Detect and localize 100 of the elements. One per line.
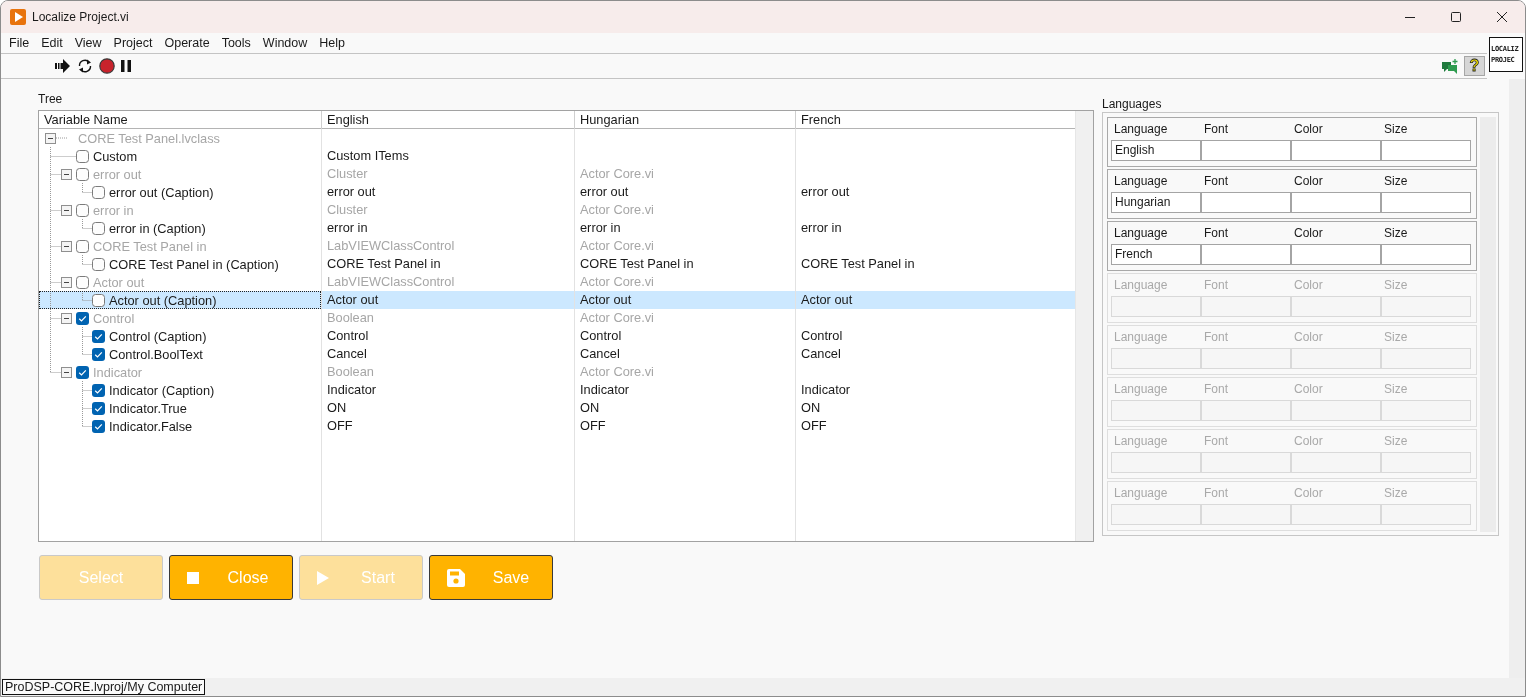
- field-label: Size: [1383, 434, 1409, 448]
- field-label: Language: [1113, 122, 1169, 136]
- field-label: Size: [1383, 278, 1409, 292]
- variable-name: Actor out: [93, 274, 145, 290]
- field-label: Language: [1113, 278, 1169, 292]
- tree-cell: Actor Core.vi: [574, 237, 795, 255]
- tree-cell: Indicator: [574, 381, 795, 399]
- variable-name: error in (Caption): [109, 220, 206, 236]
- menu-item[interactable]: View: [68, 34, 108, 52]
- tree-cell: Actor Core.vi: [574, 309, 795, 327]
- field-label: Font: [1203, 434, 1229, 448]
- pause-icon[interactable]: [121, 60, 131, 72]
- menu-item[interactable]: Help: [313, 34, 352, 52]
- field-label: Language: [1113, 486, 1169, 500]
- column-header: Variable Name: [43, 111, 129, 129]
- tree-cell: error in: [574, 219, 795, 237]
- window-title: Localize Project.vi: [32, 10, 130, 24]
- size-field[interactable]: [1381, 244, 1471, 265]
- size-field[interactable]: [1381, 140, 1471, 161]
- tree-cell: Cluster: [321, 201, 574, 219]
- tree-cell: CORE Test Panel in: [321, 255, 574, 273]
- field-label: Font: [1203, 174, 1229, 188]
- menu-item[interactable]: Tools: [215, 34, 257, 52]
- variable-name: CORE Test Panel in (Caption): [109, 256, 279, 272]
- variable-name: error in: [93, 202, 134, 218]
- field-label: Size: [1383, 382, 1409, 396]
- field-label: Color: [1293, 330, 1324, 344]
- field-label: Size: [1383, 226, 1409, 240]
- menu-item[interactable]: Window: [256, 34, 314, 52]
- tree-cell: ON: [574, 399, 795, 417]
- variable-name: Custom: [93, 148, 138, 164]
- variable-name: Indicator: [93, 364, 143, 380]
- run-arrow-icon[interactable]: [55, 59, 71, 73]
- variable-name: Indicator (Caption): [109, 382, 215, 398]
- field-label: Size: [1383, 486, 1409, 500]
- tree-cell: Actor Core.vi: [574, 363, 795, 381]
- variable-name: CORE Test Panel in: [93, 238, 207, 254]
- tree-cell: OFF: [574, 417, 795, 435]
- field-label: Size: [1383, 174, 1409, 188]
- field-label: Color: [1293, 486, 1324, 500]
- field-label: Language: [1113, 330, 1169, 344]
- language-field[interactable]: English: [1111, 140, 1201, 161]
- size-field[interactable]: [1381, 192, 1471, 213]
- field-label: Font: [1203, 122, 1229, 136]
- minimize-icon[interactable]: [1405, 16, 1415, 18]
- tree-cell: Boolean: [321, 363, 574, 381]
- field-label: Color: [1293, 434, 1324, 448]
- font-field[interactable]: [1201, 244, 1291, 265]
- dotted-connector-icon: [56, 137, 67, 139]
- close-icon[interactable]: [1497, 12, 1507, 22]
- color-field[interactable]: [1291, 244, 1381, 265]
- field-label: Color: [1293, 382, 1324, 396]
- stop-circle-icon[interactable]: [99, 58, 115, 74]
- circular-arrows-icon[interactable]: [77, 58, 93, 74]
- variable-name: Indicator.False: [109, 418, 193, 434]
- tree-cell: Indicator: [321, 381, 574, 399]
- variable-name: Control (Caption): [109, 328, 207, 344]
- tree-cell: ON: [321, 399, 574, 417]
- tree-cell: CORE Test Panel in: [574, 255, 795, 273]
- tree-cell: Cluster: [321, 165, 574, 183]
- color-field[interactable]: [1291, 192, 1381, 213]
- menu-item[interactable]: File: [3, 34, 36, 52]
- section-label: Tree: [38, 91, 64, 107]
- tree-cell: Control: [574, 327, 795, 345]
- language-field[interactable]: Hungarian: [1111, 192, 1201, 213]
- tree-cell: LabVIEWClassControl: [321, 237, 574, 255]
- field-label: Language: [1113, 174, 1169, 188]
- tree-cell: Actor Core.vi: [574, 201, 795, 219]
- field-label: Language: [1113, 226, 1169, 240]
- tree-cell: OFF: [321, 417, 574, 435]
- variable-name: Control.BoolText: [109, 346, 203, 362]
- section-label: Languages: [1102, 96, 1163, 112]
- tree-cell: Actor out: [574, 291, 795, 309]
- field-label: Color: [1293, 174, 1324, 188]
- font-field[interactable]: [1201, 140, 1291, 161]
- menu-item[interactable]: Edit: [35, 34, 69, 52]
- maximize-icon[interactable]: [1451, 12, 1461, 22]
- field-label: Font: [1203, 330, 1229, 344]
- field-label: Size: [1383, 330, 1409, 344]
- play-tile-icon: [10, 9, 26, 25]
- tree-cell: error in: [321, 219, 574, 237]
- column-header: Hungarian: [574, 111, 795, 129]
- tree-cell: Custom ITems: [321, 147, 574, 165]
- font-field[interactable]: [1201, 192, 1291, 213]
- chat-bubbles-icon[interactable]: [1442, 58, 1458, 74]
- field-label: Font: [1203, 486, 1229, 500]
- variable-name: CORE Test Panel.lvclass: [78, 130, 220, 146]
- menu-item[interactable]: Project: [107, 34, 159, 52]
- tree-cell: Boolean: [321, 309, 574, 327]
- language-field[interactable]: French: [1111, 244, 1201, 265]
- menu-item[interactable]: Operate: [158, 34, 216, 52]
- play-icon: [317, 570, 329, 585]
- field-label: Language: [1113, 382, 1169, 396]
- color-field[interactable]: [1291, 140, 1381, 161]
- status-text: ProDSP-CORE.lvproj/My Computer: [2, 679, 206, 695]
- field-label: Font: [1203, 278, 1229, 292]
- field-label: Color: [1293, 122, 1324, 136]
- stop-icon: [187, 571, 199, 584]
- tree-cell: Cancel: [574, 345, 795, 363]
- tree-cell: Control: [321, 327, 574, 345]
